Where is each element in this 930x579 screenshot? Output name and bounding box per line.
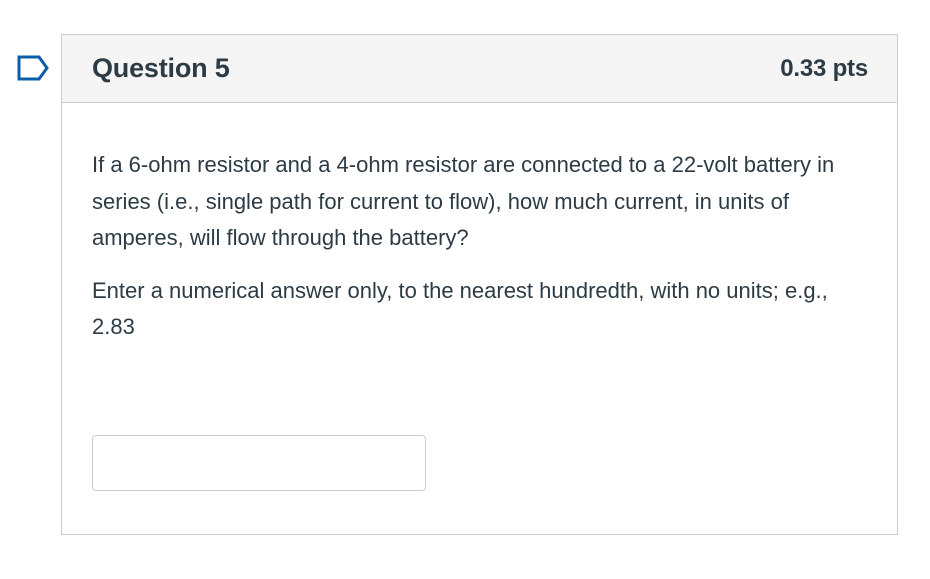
question-card: Question 5 0.33 pts If a 6-ohm resistor … <box>61 34 898 535</box>
flag-question-button[interactable] <box>17 55 49 81</box>
question-instructions: Enter a numerical answer only, to the ne… <box>92 277 828 340</box>
answer-input[interactable] <box>92 435 426 491</box>
flag-icon <box>17 55 49 81</box>
question-points: 0.33 pts <box>780 54 868 82</box>
question-text: If a 6-ohm resistor and a 4-ohm resistor… <box>92 152 835 250</box>
question-header: Question 5 0.33 pts <box>62 35 897 103</box>
question-body: If a 6-ohm resistor and a 4-ohm resistor… <box>62 103 897 346</box>
question-title: Question 5 <box>92 53 230 83</box>
